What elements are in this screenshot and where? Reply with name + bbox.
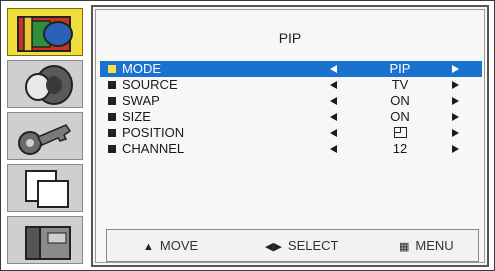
menu-label-footer: MENU xyxy=(415,238,454,253)
menu-label: CHANNEL xyxy=(122,141,185,156)
pip-menu: MODE PIP SOURCE TV SWAP ON SIZE ON POSIT… xyxy=(100,61,482,157)
sidebar-item-setup[interactable] xyxy=(7,216,83,264)
sidebar-item-sound[interactable] xyxy=(7,60,83,108)
select-hint: ◀▶ SELECT xyxy=(265,239,339,254)
menu-label: SOURCE xyxy=(122,77,178,92)
sidebar-item-picture[interactable] xyxy=(7,8,83,56)
left-right-arrows-icon: ◀▶ xyxy=(265,241,282,253)
bullet-icon xyxy=(108,81,116,89)
setup-icon xyxy=(25,226,71,260)
sidebar xyxy=(3,3,87,268)
menu-row-channel[interactable]: CHANNEL 12 xyxy=(100,141,482,157)
menu-value: ON xyxy=(390,109,410,124)
up-down-arrows-icon: ▲︎ xyxy=(143,241,154,253)
left-arrow-icon[interactable] xyxy=(330,145,337,153)
menu-list-icon: ▦ xyxy=(399,241,410,253)
osd-title: PIP xyxy=(278,30,302,46)
right-arrow-icon[interactable] xyxy=(452,129,459,137)
bullet-icon xyxy=(108,113,116,121)
left-arrow-icon[interactable] xyxy=(330,81,337,89)
left-arrow-icon[interactable] xyxy=(330,65,337,73)
menu-label: POSITION xyxy=(122,125,185,140)
sidebar-item-lock[interactable] xyxy=(7,112,83,160)
pip-windows-icon xyxy=(25,170,69,208)
menu-value: TV xyxy=(391,77,409,92)
top-left-position-icon xyxy=(393,127,407,139)
osd-frame: PIP MODE PIP SOURCE TV SWAP ON SIZE ON P… xyxy=(0,0,495,271)
bullet-icon xyxy=(108,145,116,153)
sidebar-item-pip[interactable] xyxy=(7,164,83,212)
menu-row-position[interactable]: POSITION xyxy=(100,125,482,141)
right-arrow-icon[interactable] xyxy=(452,113,459,121)
menu-value: PIP xyxy=(389,61,411,76)
picture-icon xyxy=(17,16,73,52)
move-hint: ▲︎ MOVE xyxy=(143,239,198,254)
menu-hint: ▦ MENU xyxy=(399,239,454,254)
select-label: SELECT xyxy=(287,238,339,253)
osd-panel: PIP MODE PIP SOURCE TV SWAP ON SIZE ON P… xyxy=(91,5,489,267)
menu-label: MODE xyxy=(122,61,161,76)
move-label: MOVE xyxy=(159,238,199,253)
sound-icon xyxy=(25,65,73,105)
osd-footer: ▲︎ MOVE ◀▶ SELECT ▦ MENU xyxy=(106,229,479,262)
menu-value: 12 xyxy=(392,141,408,156)
bullet-icon xyxy=(108,97,116,105)
left-arrow-icon[interactable] xyxy=(330,97,337,105)
bullet-icon xyxy=(108,65,116,73)
menu-value: ON xyxy=(390,93,410,108)
menu-row-mode[interactable]: MODE PIP xyxy=(100,61,482,77)
left-arrow-icon[interactable] xyxy=(330,129,337,137)
right-arrow-icon[interactable] xyxy=(452,97,459,105)
menu-row-swap[interactable]: SWAP ON xyxy=(100,93,482,109)
menu-row-source[interactable]: SOURCE TV xyxy=(100,77,482,93)
bullet-icon xyxy=(108,129,116,137)
menu-value xyxy=(370,125,430,141)
osd-panel-inner: PIP MODE PIP SOURCE TV SWAP ON SIZE ON P… xyxy=(95,9,485,263)
menu-row-size[interactable]: SIZE ON xyxy=(100,109,482,125)
right-arrow-icon[interactable] xyxy=(452,81,459,89)
menu-label: SIZE xyxy=(122,109,151,124)
right-arrow-icon[interactable] xyxy=(452,65,459,73)
left-arrow-icon[interactable] xyxy=(330,113,337,121)
key-icon xyxy=(18,124,72,155)
menu-label: SWAP xyxy=(122,93,160,108)
right-arrow-icon[interactable] xyxy=(452,145,459,153)
